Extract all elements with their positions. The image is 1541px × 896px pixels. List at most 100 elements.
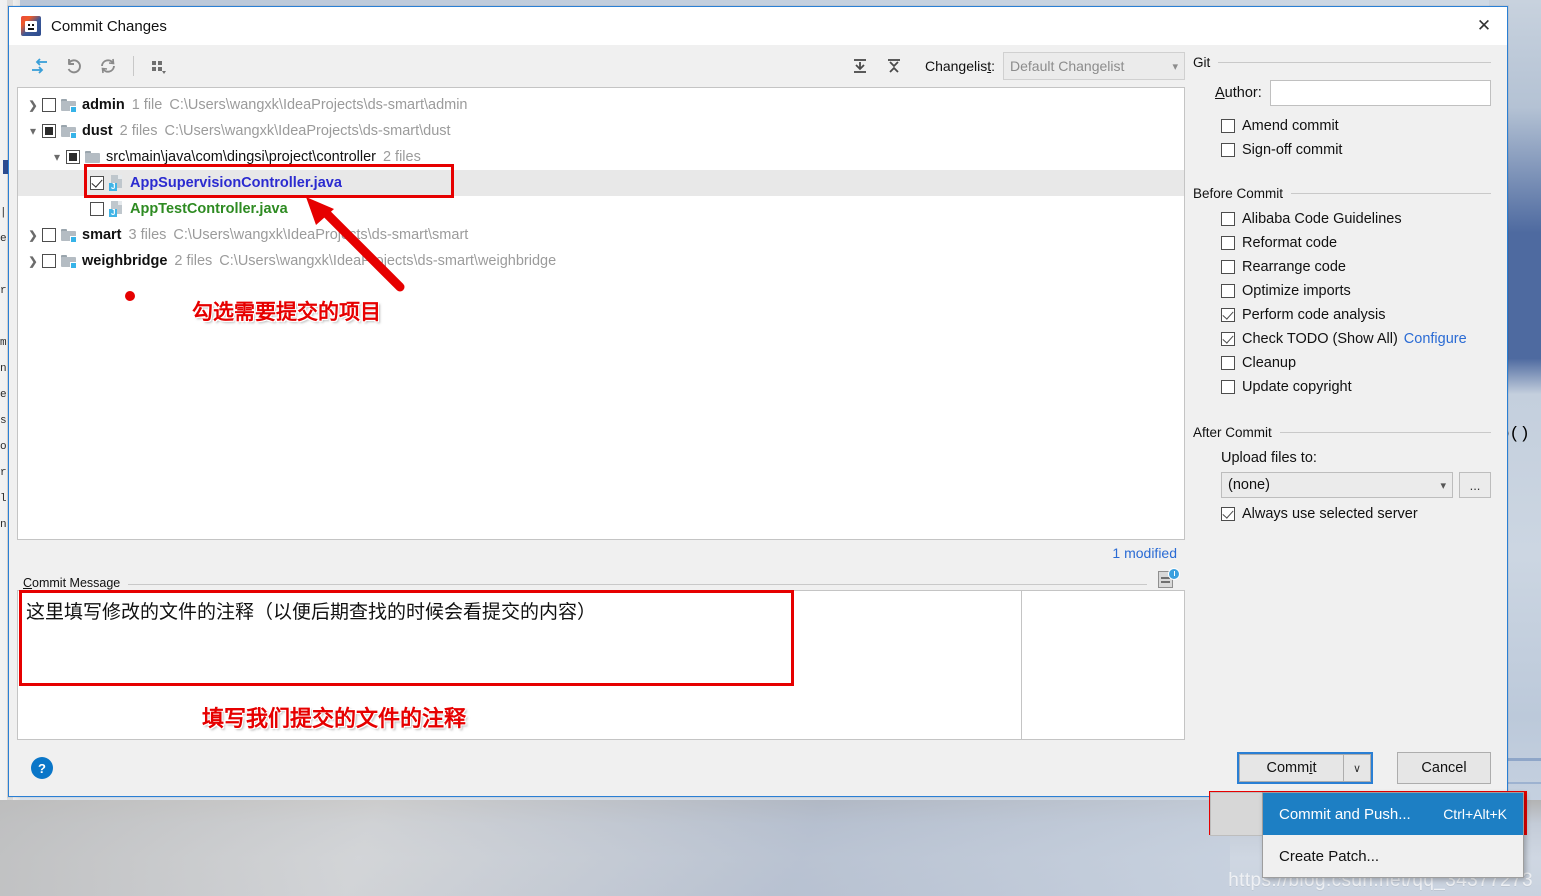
always-use-selected-server-checkbox[interactable]: Always use selected server [1221, 506, 1491, 522]
tree-row[interactable]: src\main\java\com\dingsi\project\control… [18, 144, 1184, 170]
amend-commit-checkbox[interactable]: Amend commit [1221, 118, 1491, 134]
checkbox-label: Check TODO (Show All) [1242, 331, 1398, 347]
tree-row-label: AppSupervisionController.java [130, 175, 342, 191]
checkbox-label: Update copyright [1242, 379, 1352, 395]
modified-count-link[interactable]: 1 modified [1112, 545, 1177, 561]
checkbox-label: Sign-off commit [1242, 142, 1343, 158]
tree-checkbox[interactable] [90, 176, 104, 190]
update-copyright-checkbox[interactable]: Update copyright [1221, 379, 1491, 395]
menu-item-label: Create Patch... [1279, 847, 1380, 865]
tree-row[interactable]: J AppTestController.java [18, 196, 1184, 222]
changes-toolbar: Changelist: Default Changelist ▾ [17, 45, 1187, 87]
tree-row[interactable]: smart 3 files C:\Users\wangxk\IdeaProjects… [18, 222, 1184, 248]
tree-row[interactable]: J AppSupervisionController.java [18, 170, 1184, 196]
upload-target-dropdown[interactable]: (none) ▾ [1221, 472, 1453, 498]
check-todo-checkbox[interactable]: Check TODO (Show All) Configure [1221, 331, 1491, 347]
dialog-titlebar: Commit Changes ✕ [9, 7, 1507, 45]
java-file-icon: J [109, 201, 125, 217]
rearrange-code-checkbox[interactable]: Rearrange code [1221, 259, 1491, 275]
chevron-down-icon: ▾ [1440, 479, 1446, 492]
tree-row-label: smart [82, 227, 122, 243]
tree-checkbox[interactable] [42, 254, 56, 268]
upload-files-label: Upload files to: [1221, 450, 1317, 466]
menu-item[interactable]: Create Patch... [1263, 835, 1523, 877]
commit-message-input[interactable]: 这里填写修改的文件的注释（以便后期查找的时候会看提交的内容） [17, 590, 1021, 740]
tree-row[interactable]: admin 1 file C:\Users\wangxk\IdeaProjects\… [18, 92, 1184, 118]
checkbox-label: Amend commit [1242, 118, 1339, 134]
checkbox-label: Alibaba Code Guidelines [1242, 211, 1402, 227]
cancel-button[interactable]: Cancel [1397, 752, 1491, 784]
revert-icon[interactable] [57, 51, 91, 81]
chevron-closed-icon[interactable] [24, 99, 42, 112]
show-diff-icon[interactable] [23, 51, 57, 81]
folder-icon [85, 150, 101, 164]
tree-row-label: src\main\java\com\dingsi\project\control… [106, 149, 376, 165]
checkbox-box [1221, 284, 1235, 298]
checkbox-box [1221, 380, 1235, 394]
chevron-closed-icon[interactable] [24, 255, 42, 268]
cleanup-checkbox[interactable]: Cleanup [1221, 355, 1491, 371]
tree-checkbox[interactable] [42, 228, 56, 242]
commit-message-header: Commit Message [17, 566, 1185, 590]
chevron-open-icon[interactable] [24, 124, 42, 138]
group-by-icon[interactable] [142, 51, 176, 81]
tree-checkbox[interactable] [66, 150, 80, 164]
chevron-open-icon[interactable] [48, 150, 66, 164]
checkbox-label: Perform code analysis [1242, 307, 1386, 323]
checkbox-box [1221, 507, 1235, 521]
alibaba-code-guidelines-checkbox[interactable]: Alibaba Code Guidelines [1221, 211, 1491, 227]
optimize-imports-checkbox[interactable]: Optimize imports [1221, 283, 1491, 299]
author-input[interactable] [1269, 80, 1491, 106]
commit-message-area: Commit Message 这里填写修改的文件的注释（以便后期查找的时候会看提… [17, 566, 1185, 740]
tree-row-label: weighbridge [82, 253, 168, 269]
after-commit-title: After Commit [1193, 425, 1272, 440]
before-commit-title: Before Commit [1193, 186, 1284, 201]
commit-message-row: 这里填写修改的文件的注释（以便后期查找的时候会看提交的内容） [17, 590, 1185, 740]
chevron-closed-icon[interactable] [24, 229, 42, 242]
tree-row-file-count: 3 files [128, 227, 167, 243]
close-icon[interactable]: ✕ [1461, 7, 1507, 45]
tree-row-file-count: 2 files [382, 149, 421, 165]
menu-item-label: Commit and Push... [1279, 805, 1411, 823]
tree-row-path: C:\Users\wangxk\IdeaProjects\ds-smart\ad… [169, 97, 468, 113]
expand-all-icon[interactable] [843, 51, 877, 81]
tree-row-path: C:\Users\wangxk\IdeaProjects\ds-smart\we… [219, 253, 557, 269]
commit-message-history-icon[interactable] [1155, 568, 1181, 590]
tree-checkbox[interactable] [90, 202, 104, 216]
tree-row-label: dust [82, 123, 113, 139]
collapse-all-icon[interactable] [877, 51, 911, 81]
tree-row-file-count: 2 files [119, 123, 158, 139]
background-bottom-sheen [0, 800, 1230, 896]
menu-item[interactable]: Commit and Push... Ctrl+Alt+K [1263, 793, 1523, 835]
tree-row[interactable]: dust 2 files C:\Users\wangxk\IdeaProjects\… [18, 118, 1184, 144]
tree-row-path: C:\Users\wangxk\IdeaProjects\ds-smart\du… [164, 123, 451, 139]
tree-row[interactable]: weighbridge 2 files C:\Users\wangxk\IdeaPr… [18, 248, 1184, 274]
always-use-selected-server-label: Always use selected server [1242, 506, 1418, 522]
upload-browse-button[interactable]: ... [1459, 472, 1491, 498]
refresh-icon[interactable] [91, 51, 125, 81]
perform-code-analysis-checkbox[interactable]: Perform code analysis [1221, 307, 1491, 323]
configure-link[interactable]: Configure [1404, 331, 1467, 347]
dialog-body: Changelist: Default Changelist ▾ admin 1 … [9, 45, 1507, 740]
author-field-row: Author: [1215, 80, 1491, 106]
right-options-pane: Git Author: Amend commit Sign-off commit … [1187, 45, 1501, 740]
checkbox-box [1221, 212, 1235, 226]
tree-checkbox[interactable] [42, 124, 56, 138]
help-icon[interactable]: ? [31, 757, 53, 779]
checkbox-label: Reformat code [1242, 235, 1338, 251]
checkbox-box [1221, 119, 1235, 133]
tree-status-bar: 1 modified [17, 540, 1187, 566]
left-pane: Changelist: Default Changelist ▾ admin 1 … [9, 45, 1187, 740]
changelist-dropdown[interactable]: Default Changelist ▾ [1003, 52, 1185, 80]
checkbox-box [1221, 260, 1235, 274]
commit-button[interactable]: Comm i t [1239, 754, 1343, 782]
checkbox-label: Rearrange code [1242, 259, 1346, 275]
commit-dropdown-arrow-icon[interactable]: ∨ [1343, 754, 1371, 782]
reformat-code-checkbox[interactable]: Reformat code [1221, 235, 1491, 251]
changes-tree: admin1 fileC:\Users\wangxk\IdeaProjects\… [18, 88, 1184, 274]
tree-checkbox[interactable] [42, 98, 56, 112]
before-commit-header: Before Commit [1193, 186, 1491, 201]
tree-row-file-count: 1 file [131, 97, 163, 113]
intellij-idea-icon [21, 16, 41, 36]
sign-off-commit-checkbox[interactable]: Sign-off commit [1221, 142, 1491, 158]
